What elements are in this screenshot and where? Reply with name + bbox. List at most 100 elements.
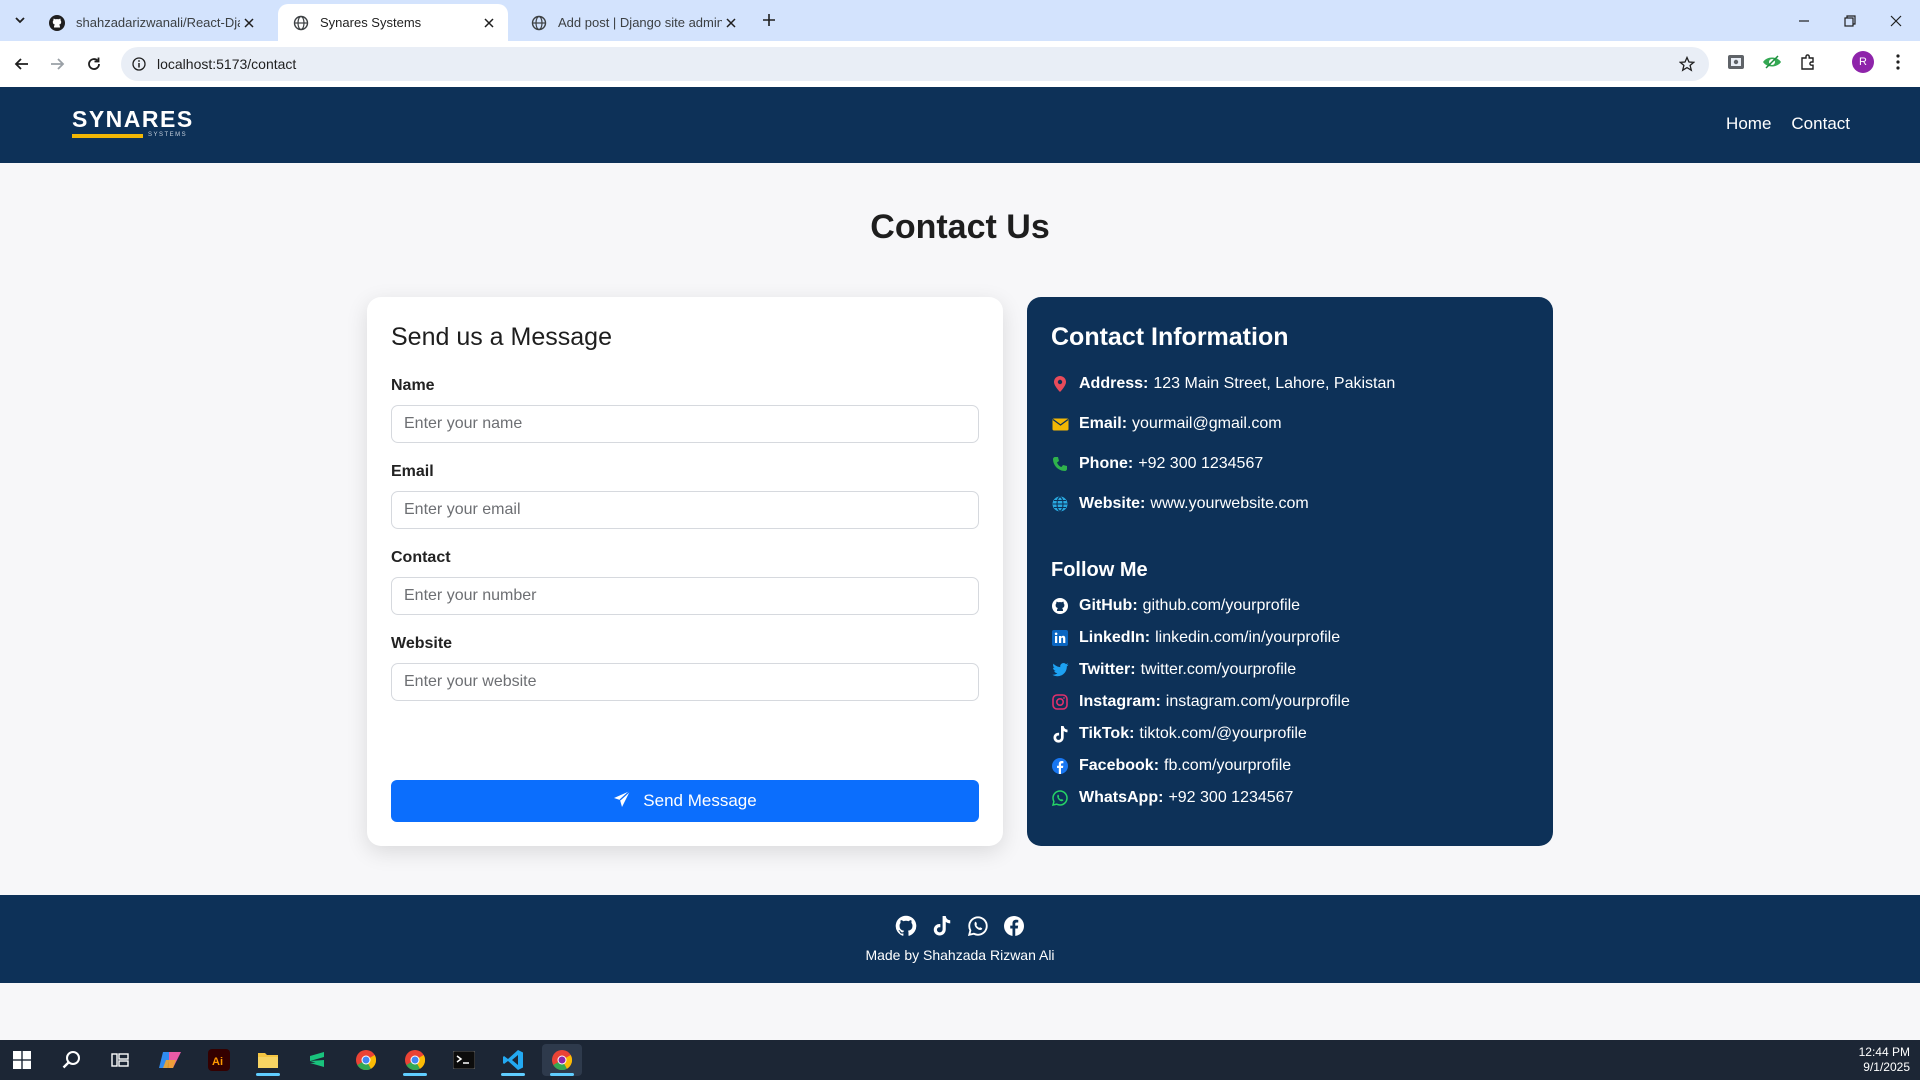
contact-info-card: Contact Information Address: 123 Main St… (1027, 297, 1553, 846)
follow-me-heading: Follow Me (1051, 559, 1148, 581)
tab-title: Synares Systems (320, 15, 422, 30)
address-label: Address: (1079, 375, 1149, 392)
clock-time: 12:44 PM (1858, 1045, 1910, 1059)
site-header: SYNARES SYSTEMS Home Contact (0, 87, 1920, 163)
windows-taskbar: Ai 12:44 PM 9/1/2025 (0, 1040, 1920, 1080)
site-info-icon[interactable] (130, 55, 148, 73)
screenshot-extension-icon[interactable] (1724, 50, 1748, 74)
github-favicon-icon (48, 14, 66, 32)
task-view-icon[interactable] (100, 1044, 140, 1076)
whatsapp-icon (1051, 789, 1069, 807)
tab-close-icon[interactable] (480, 14, 498, 32)
adobe-illustrator-icon[interactable]: Ai (199, 1044, 239, 1076)
tab-close-icon[interactable] (240, 14, 258, 32)
social-github-row[interactable]: GitHub: github.com/yourprofile (1051, 595, 1300, 617)
contact-address-row: Address: 123 Main Street, Lahore, Pakist… (1051, 373, 1395, 395)
github-label: GitHub: (1079, 597, 1138, 614)
twitter-value: twitter.com/yourprofile (1140, 661, 1297, 678)
contact-email-row: Email: yourmail@gmail.com (1051, 413, 1282, 435)
github-icon[interactable] (895, 915, 917, 937)
terminal-icon[interactable] (444, 1044, 484, 1076)
footer-social-icons (0, 915, 1920, 937)
contact-info-heading: Contact Information (1051, 323, 1289, 351)
chrome-profile-icon[interactable] (395, 1044, 435, 1076)
email-label: Email: (1079, 415, 1128, 432)
instagram-label: Instagram: (1079, 693, 1161, 710)
file-explorer-icon[interactable] (248, 1044, 288, 1076)
twitter-icon (1051, 661, 1069, 679)
synares-logo[interactable]: SYNARES SYSTEMS (72, 107, 192, 143)
email-field[interactable] (391, 491, 979, 529)
facebook-icon[interactable] (1003, 915, 1025, 937)
back-arrow-icon[interactable] (10, 52, 34, 76)
system-clock[interactable]: 12:44 PM 9/1/2025 (1859, 1045, 1910, 1075)
globe-favicon-icon (292, 14, 310, 32)
tiktok-icon (1051, 725, 1069, 743)
chrome-active-window-icon[interactable] (542, 1044, 582, 1076)
bookmark-star-icon[interactable] (1677, 54, 1697, 74)
browser-toolbar: localhost:5173/contact (0, 41, 1920, 87)
linkedin-value: linkedin.com/in/yourprofile (1155, 629, 1341, 646)
whatsapp-icon[interactable] (967, 915, 989, 937)
kebab-menu-icon[interactable] (1886, 50, 1910, 74)
tiktok-icon[interactable] (931, 915, 953, 937)
email-value[interactable]: yourmail@gmail.com (1132, 415, 1282, 433)
social-facebook-row[interactable]: Facebook: fb.com/yourprofile (1051, 755, 1291, 777)
send-message-button[interactable]: Send Message (391, 780, 979, 822)
social-whatsapp-row[interactable]: WhatsApp: +92 300 1234567 (1051, 787, 1293, 809)
eye-extension-icon[interactable] (1760, 50, 1784, 74)
site-footer: Made by Shahzada Rizwan Ali (0, 895, 1920, 983)
social-tiktok-row[interactable]: TikTok: tiktok.com/@yourprofile (1051, 723, 1307, 745)
copilot-icon[interactable] (150, 1044, 190, 1076)
tab-search-chevron-icon[interactable] (9, 9, 31, 31)
phone-label: Phone: (1079, 455, 1134, 472)
nav-link-home[interactable]: Home (1726, 114, 1771, 134)
social-twitter-row[interactable]: Twitter: twitter.com/yourprofile (1051, 659, 1296, 681)
address-bar[interactable]: localhost:5173/contact (121, 47, 1709, 81)
github-value: github.com/yourprofile (1142, 597, 1301, 614)
tiktok-label: TikTok: (1079, 725, 1135, 742)
minimize-icon[interactable] (1781, 0, 1827, 41)
name-field[interactable] (391, 405, 979, 443)
tab-title: shahzadarizwanali/React-Djang (76, 15, 240, 30)
social-instagram-row[interactable]: Instagram: instagram.com/yourprofile (1051, 691, 1350, 713)
twitter-label: Twitter: (1079, 661, 1136, 678)
restore-icon[interactable] (1827, 0, 1873, 41)
tab-django-admin[interactable]: Add post | Django site admin (516, 4, 750, 41)
clock-date: 9/1/2025 (1863, 1060, 1910, 1074)
forward-arrow-icon[interactable] (45, 52, 69, 76)
contact-website-row: Website: www.yourwebsite.com (1051, 493, 1309, 515)
windows-start-icon[interactable] (2, 1044, 42, 1076)
facebook-label: Facebook: (1079, 757, 1160, 774)
vscode-icon[interactable] (493, 1044, 533, 1076)
whatsapp-value: +92 300 1234567 (1168, 789, 1294, 806)
main-nav: Home Contact (1726, 114, 1850, 134)
close-window-icon[interactable] (1873, 0, 1919, 41)
reload-icon[interactable] (82, 52, 106, 76)
name-label: Name (391, 377, 435, 394)
search-icon[interactable] (52, 1044, 92, 1076)
svg-text:Ai: Ai (212, 1056, 223, 1068)
website-label: Website: (1079, 495, 1146, 512)
url-text: localhost:5173/contact (157, 56, 297, 72)
tab-github[interactable]: shahzadarizwanali/React-Djang (34, 4, 268, 41)
contact-phone-row: Phone: +92 300 1234567 (1051, 453, 1263, 475)
address-value: 123 Main Street, Lahore, Pakistan (1153, 375, 1396, 392)
email-label: Email (391, 463, 434, 480)
website-field[interactable] (391, 663, 979, 701)
contact-field[interactable] (391, 577, 979, 615)
phone-value: +92 300 1234567 (1138, 455, 1264, 472)
website-label: Website (391, 635, 453, 652)
footer-credit: Made by Shahzada Rizwan Ali (865, 947, 1055, 963)
extensions-puzzle-icon[interactable] (1796, 50, 1820, 74)
new-tab-plus-icon[interactable] (758, 9, 780, 31)
profile-avatar[interactable]: R (1852, 51, 1874, 73)
nav-link-contact[interactable]: Contact (1791, 114, 1850, 134)
social-linkedin-row[interactable]: LinkedIn: linkedin.com/in/yourprofile (1051, 627, 1340, 649)
tab-close-icon[interactable] (722, 14, 740, 32)
chrome-icon[interactable] (346, 1044, 386, 1076)
tab-synares[interactable]: Synares Systems (278, 4, 508, 41)
website-value[interactable]: www.yourwebsite.com (1150, 495, 1308, 513)
form-heading: Send us a Message (391, 323, 612, 351)
sublime-icon[interactable] (297, 1044, 337, 1076)
